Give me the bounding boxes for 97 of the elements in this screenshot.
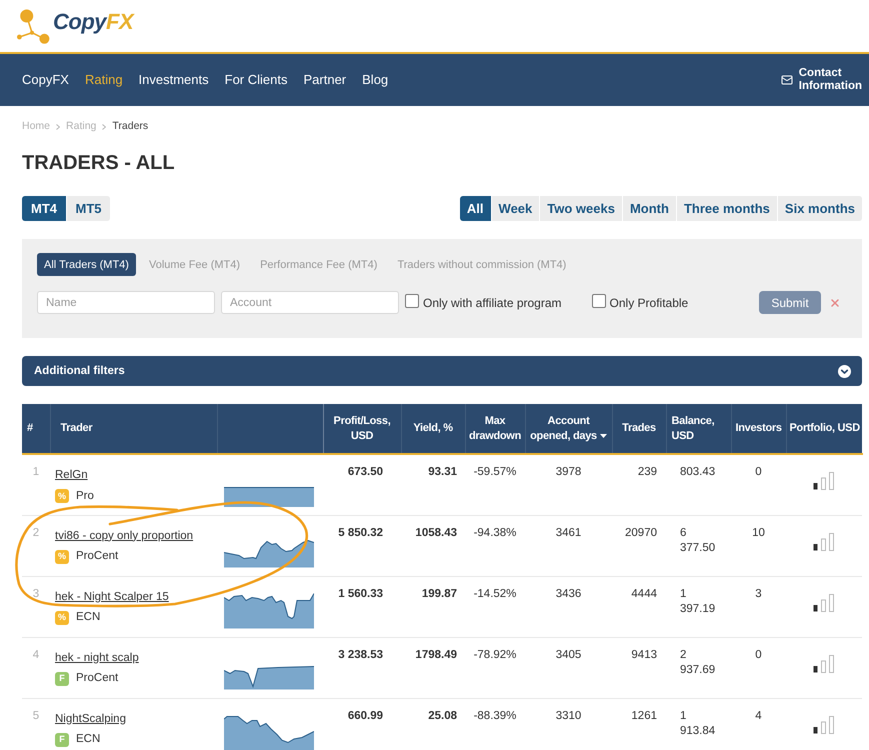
row-number: 4 [22, 637, 50, 698]
account-type: ProCent [76, 672, 118, 685]
account-age-cell: 3461 [525, 515, 612, 576]
trader-name-link[interactable]: NightScalping [55, 712, 126, 726]
portfolio-bars-icon [813, 532, 835, 550]
row-number: 3 [22, 576, 50, 637]
column-header[interactable]: # [22, 404, 50, 454]
account-age-cell: 3436 [525, 576, 612, 637]
trades-cell: 9413 [612, 637, 666, 698]
breadcrumb-current[interactable]: Traders [112, 120, 148, 133]
account-age-cell: 3978 [525, 454, 612, 515]
column-header[interactable]: Trader [50, 404, 217, 454]
profit-cell: 1 560.33 [323, 576, 401, 637]
checkbox[interactable] [592, 294, 606, 308]
account-age-cell: 3310 [525, 698, 612, 750]
search-field[interactable]: Name [37, 291, 215, 314]
balance-cell-text: 803.43 [680, 465, 716, 480]
portfolio-bars-icon [813, 472, 835, 490]
account-type-tag: % [55, 610, 69, 624]
yield-cell: 93.31 [401, 454, 465, 515]
profit-cell: 3 238.53 [323, 637, 401, 698]
row-number: 5 [22, 698, 50, 750]
account-type-tag: F [55, 732, 69, 746]
portfolio-bars-icon [813, 594, 835, 612]
checkbox[interactable] [405, 294, 419, 308]
account-type: ECN [76, 733, 100, 746]
column-header[interactable]: Profit/Loss, USD [323, 404, 401, 454]
platform-tab[interactable]: MT4 [22, 196, 66, 221]
chevron-right-icon [102, 124, 106, 130]
investors-cell: 4 [731, 698, 786, 750]
column-header[interactable]: Max drawdown [465, 404, 525, 454]
account-type-tag: % [55, 489, 69, 503]
drawdown-cell: -14.52% [465, 576, 525, 637]
column-header[interactable]: Trades [612, 404, 666, 454]
trades-cell: 1261 [612, 698, 666, 750]
nav-link[interactable]: Investments [138, 72, 209, 88]
sort-caret-icon [600, 434, 607, 438]
investors-cell: 0 [731, 637, 786, 698]
chevron-right-icon [56, 124, 60, 130]
page-title: TRADERS - ALL [22, 151, 176, 175]
account-type: ProCent [76, 550, 118, 563]
balance-cell-text: 1 913.84 [680, 708, 716, 738]
trades-cell: 4444 [612, 576, 666, 637]
row-number: 2 [22, 515, 50, 576]
profit-cell: 673.50 [323, 454, 401, 515]
nav-link[interactable]: Blog [362, 72, 388, 88]
filter-tab[interactable]: All Traders (MT4) [37, 253, 136, 276]
portfolio-bars-icon [813, 716, 835, 734]
drawdown-cell: -88.39% [465, 698, 525, 750]
trades-cell: 239 [612, 454, 666, 515]
column-header[interactable]: Investors [731, 404, 786, 454]
drawdown-cell: -78.92% [465, 637, 525, 698]
nav-link[interactable]: CopyFX [22, 72, 69, 88]
profit-cell: 660.99 [323, 698, 401, 750]
balance-cell-text: 6 377.50 [680, 526, 716, 556]
trader-name-link[interactable]: tvi86 - copy only proportion [55, 528, 194, 544]
column-header[interactable]: Portfolio, USD [786, 404, 862, 454]
balance-cell-text: 1 397.19 [680, 586, 716, 616]
platform-tab[interactable]: MT5 [66, 196, 110, 221]
column-header[interactable]: Balance, USD [666, 404, 731, 454]
balance-cell-text: 2 937.69 [680, 648, 716, 678]
profit-cell: 5 850.32 [323, 515, 401, 576]
chevron-down-circle-icon [838, 364, 851, 378]
yield-cell: 1798.49 [401, 637, 465, 698]
account-type-tag: F [55, 672, 69, 686]
additional-filters-bar[interactable]: Additional filters [22, 356, 862, 386]
account-type: ECN [76, 611, 100, 624]
investors-cell: 3 [731, 576, 786, 637]
account-type-tag: % [55, 550, 69, 564]
trades-cell: 20970 [612, 515, 666, 576]
trader-name-link[interactable]: hek - night scalp [55, 650, 139, 666]
investors-cell: 10 [731, 515, 786, 576]
trader-name-link[interactable]: RelGn [55, 468, 88, 483]
yield-cell: 199.87 [401, 576, 465, 637]
period-tab[interactable]: All [460, 196, 491, 221]
investors-cell: 0 [731, 454, 786, 515]
yield-cell: 1058.43 [401, 515, 465, 576]
nav-link[interactable]: Partner [304, 72, 346, 88]
column-header[interactable]: Yield, % [401, 404, 465, 454]
drawdown-cell: -94.38% [465, 515, 525, 576]
yield-cell: 25.08 [401, 698, 465, 750]
account-age-cell: 3405 [525, 637, 612, 698]
search-field[interactable]: Account [221, 291, 399, 314]
nav-link[interactable]: Rating [84, 72, 123, 88]
checkbox-label[interactable]: Only Profitable [610, 296, 688, 310]
row-number: 1 [22, 454, 50, 515]
period-tab[interactable]: Six months [776, 196, 862, 221]
column-header[interactable]: Account opened, days [525, 404, 612, 454]
portfolio-bars-icon [813, 654, 835, 672]
mail-icon [780, 74, 793, 86]
checkbox-label[interactable]: Only with affiliate program [423, 296, 562, 310]
trader-name-link[interactable]: hek - Night Scalper 15 [55, 590, 169, 604]
contact-link[interactable]: Contact Information [780, 67, 862, 93]
account-type: Pro [76, 490, 94, 502]
logo-wordmark[interactable]: CopyFX [53, 11, 134, 33]
drawdown-cell: -59.57% [465, 454, 525, 515]
nav-link[interactable]: For Clients [224, 72, 288, 88]
